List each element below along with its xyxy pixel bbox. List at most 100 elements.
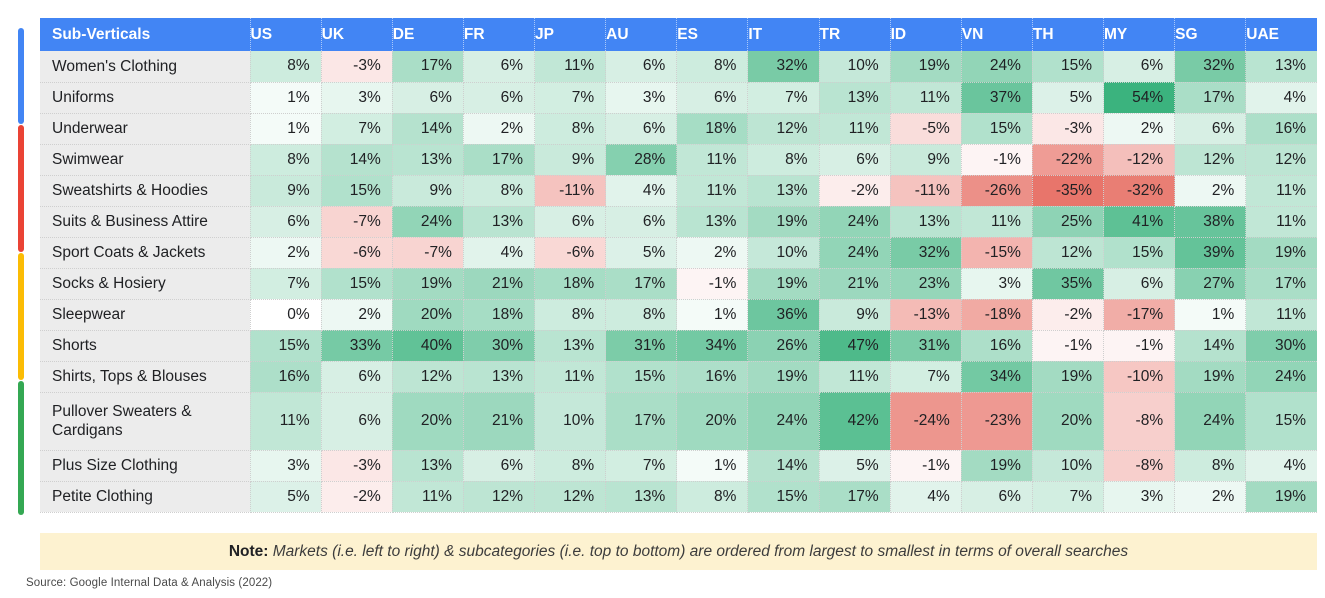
cell-tr: 21% [819,268,891,300]
cell-de: 40% [392,330,464,362]
note-banner: Note: Markets (i.e. left to right) & sub… [40,533,1317,570]
cell-vn: -26% [961,175,1033,207]
cell-us: 1% [250,113,322,145]
cell-it: 19% [747,206,820,238]
cell-it: 32% [747,51,820,83]
cell-fr: 18% [463,299,536,331]
column-header-it: IT [747,18,820,51]
cell-fr: 13% [463,361,536,393]
row-label: Pullover Sweaters & Cardigans [40,392,251,451]
cell-uae: 19% [1245,481,1317,513]
cell-us: 11% [250,392,322,451]
cell-tr: 6% [819,144,891,176]
cell-id: 31% [890,330,962,362]
cell-th: -35% [1032,175,1105,207]
cell-es: 1% [676,450,749,482]
cell-au: 5% [605,237,678,269]
cell-th: -3% [1032,113,1105,145]
row-label: Uniforms [40,82,251,114]
cell-jp: 13% [534,330,607,362]
cell-my: 41% [1103,206,1176,238]
cell-my: -8% [1103,450,1176,482]
table-body: Women's Clothing 8% -3% 17% 6% 11% 6% 8% 32% 10% 1… [40,51,1317,513]
row-label: Women's Clothing [40,51,251,83]
cell-de: -7% [392,237,464,269]
cell-au: 6% [605,51,678,83]
cell-au: 28% [605,144,678,176]
cell-fr: 30% [463,330,536,362]
cell-sg: 2% [1174,175,1247,207]
rail-basics-group [18,253,24,380]
cell-de: 13% [392,144,464,176]
column-header-vn: VN [961,18,1033,51]
cell-id: 13% [890,206,962,238]
cell-my: -17% [1103,299,1176,331]
cell-my: -10% [1103,361,1176,393]
cell-uk: 3% [321,82,393,114]
cell-uae: 30% [1245,330,1317,362]
cell-my: 15% [1103,237,1176,269]
cell-th: 15% [1032,51,1105,83]
cell-uae: 12% [1245,144,1317,176]
table-row: Sweatshirts & Hoodies 9% 15% 9% 8% -11% 4% 11% 1… [40,175,1317,207]
column-header-sg: SG [1174,18,1247,51]
cell-vn: -15% [961,237,1033,269]
cell-id: 7% [890,361,962,393]
cell-my: 6% [1103,51,1176,83]
cell-th: 35% [1032,268,1105,300]
table-row: Pullover Sweaters & Cardigans 11% 6% 20% 21%… [40,392,1317,451]
row-label: Sport Coats & Jackets [40,237,251,269]
cell-id: -11% [890,175,962,207]
cell-id: -24% [890,392,962,451]
cell-es: 16% [676,361,749,393]
cell-es: 13% [676,206,749,238]
cell-my: 54% [1103,82,1176,114]
cell-uae: 4% [1245,450,1317,482]
note-text: Note: Markets (i.e. left to right) & sub… [229,543,1128,561]
cell-sg: 2% [1174,481,1247,513]
cell-us: 1% [250,82,322,114]
table-row: Swimwear 8% 14% 13% 17% 9% 28% 11% 8% 6% 9% -1% -22%… [40,144,1317,176]
cell-au: 6% [605,206,678,238]
cell-fr: 13% [463,206,536,238]
cell-uk: 7% [321,113,393,145]
cell-uk: -7% [321,206,393,238]
cell-jp: -6% [534,237,607,269]
cell-es: 18% [676,113,749,145]
cell-uae: 15% [1245,392,1317,451]
cell-id: 9% [890,144,962,176]
cell-uk: 15% [321,268,393,300]
cell-id: -1% [890,450,962,482]
column-header-de: DE [392,18,464,51]
column-header-sub-verticals: Sub-Verticals [40,18,251,51]
cell-id: -13% [890,299,962,331]
cell-it: 12% [747,113,820,145]
row-label: Underwear [40,113,251,145]
cell-vn: 3% [961,268,1033,300]
cell-it: 8% [747,144,820,176]
cell-tr: 11% [819,113,891,145]
cell-my: -8% [1103,392,1176,451]
cell-vn: 11% [961,206,1033,238]
cell-de: 17% [392,51,464,83]
cell-uk: 15% [321,175,393,207]
row-label: Sleepwear [40,299,251,331]
cell-au: 4% [605,175,678,207]
cell-id: 32% [890,237,962,269]
cell-uae: 11% [1245,206,1317,238]
cell-jp: 6% [534,206,607,238]
cell-us: 2% [250,237,322,269]
cell-my: 3% [1103,481,1176,513]
cell-id: 11% [890,82,962,114]
cell-jp: -11% [534,175,607,207]
cell-uk: 6% [321,392,393,451]
cell-th: -1% [1032,330,1105,362]
cell-tr: 9% [819,299,891,331]
cell-us: 15% [250,330,322,362]
cell-uae: 24% [1245,361,1317,393]
table-row: Shorts 15% 33% 40% 30% 13% 31% 34% 26% 47% 31% 16% -… [40,330,1317,362]
cell-de: 24% [392,206,464,238]
table-row: Sleepwear 0% 2% 20% 18% 8% 8% 1% 36% 9% -13% -18% -2… [40,299,1317,331]
cell-th: 25% [1032,206,1105,238]
column-header-au: AU [605,18,678,51]
